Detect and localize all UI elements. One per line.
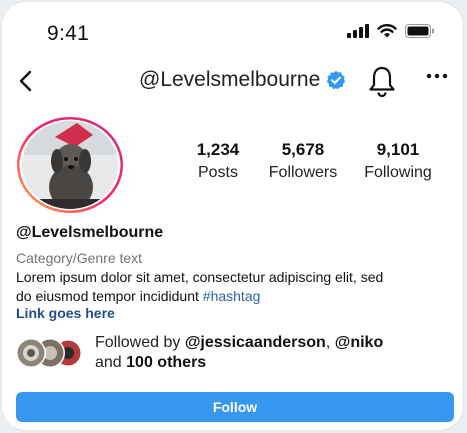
followed-by-text: Followed by @jessicaanderson, @niko and … — [95, 333, 383, 373]
followed-by-prefix: Followed by — [95, 334, 181, 351]
header-title: @Levelsmelbourne — [139, 68, 346, 92]
followed-separator: , — [325, 334, 331, 351]
followed-user-1[interactable]: @jessicaanderson — [185, 334, 326, 351]
profile-name: @Levelsmelbourne — [16, 224, 164, 241]
chevron-left-icon[interactable] — [16, 69, 38, 93]
status-icons — [347, 24, 435, 38]
bio-line-2: do eiusmod tempor incididunt — [16, 288, 199, 304]
profile-link[interactable]: Link goes here — [16, 305, 115, 321]
bio-hashtag[interactable]: #hashtag — [203, 288, 261, 304]
profile-screen: 9:41 @Levelsmelbourne 1,234 Posts 5,678 … — [2, 2, 463, 430]
followed-others[interactable]: 100 others — [126, 354, 206, 371]
followed-user-2[interactable]: @niko — [335, 334, 384, 351]
status-time: 9:41 — [47, 22, 90, 45]
followed-and: and — [95, 354, 122, 371]
profile-avatar[interactable] — [15, 115, 125, 215]
followed-by-avatars[interactable] — [16, 337, 86, 369]
bell-icon[interactable] — [367, 65, 397, 97]
stat-following[interactable]: 9,101 Following — [338, 140, 458, 182]
stat-following-value: 9,101 — [376, 140, 420, 159]
verified-badge-icon — [327, 70, 346, 90]
more-horizontal-icon[interactable] — [426, 72, 448, 80]
battery-icon — [405, 24, 434, 38]
header-handle: @Levelsmelbourne — [139, 68, 321, 91]
bio-line-1: Lorem ipsum dolor sit amet, consectetur … — [16, 269, 384, 285]
profile-bio: Lorem ipsum dolor sit amet, consectetur … — [16, 268, 436, 306]
follow-button[interactable]: Follow — [16, 392, 454, 422]
wifi-icon — [377, 24, 397, 38]
signal-icon — [347, 24, 369, 38]
profile-category: Category/Genre text — [16, 250, 143, 266]
stat-following-label: Following — [364, 164, 432, 181]
